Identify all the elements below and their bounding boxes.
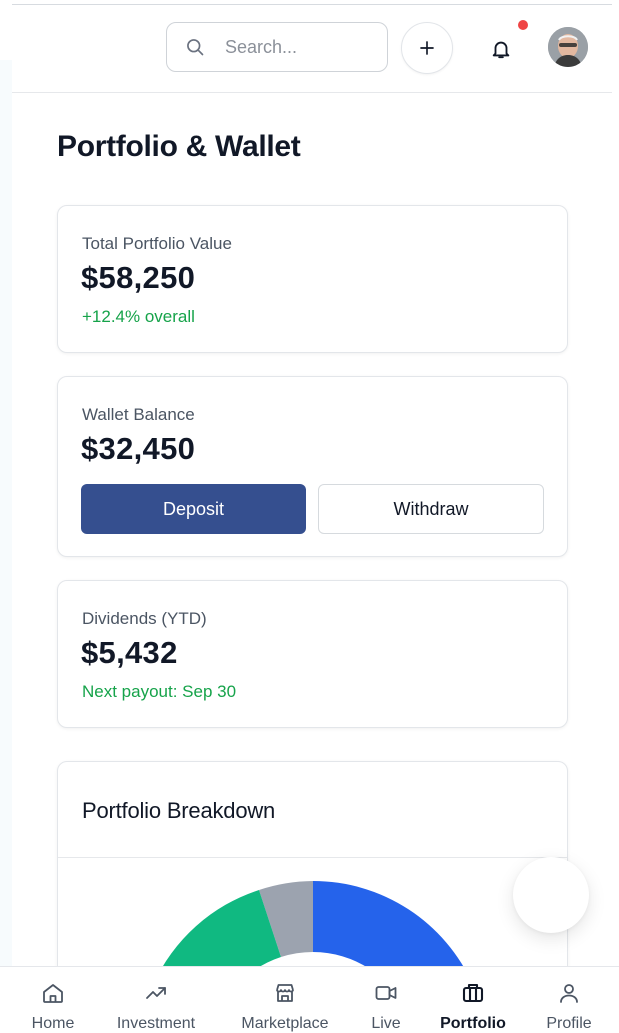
bell-icon [492, 41, 510, 59]
nav-item-live[interactable]: Live [360, 967, 412, 1033]
deposit-button[interactable]: Deposit [81, 484, 306, 534]
top-divider [12, 4, 612, 5]
withdraw-button[interactable]: Withdraw [318, 484, 544, 534]
notifications-button[interactable] [486, 34, 516, 64]
nav-item-portfolio[interactable]: Portfolio [432, 967, 514, 1033]
trend-up-icon [146, 987, 166, 999]
dividends-card: Dividends (YTD) $5,432 Next payout: Sep … [57, 580, 568, 728]
search-box[interactable] [166, 22, 388, 72]
wallet-balance-label: Wallet Balance [82, 405, 195, 424]
next-payout: Next payout: Sep 30 [82, 682, 237, 701]
avatar[interactable] [548, 27, 588, 67]
nav-label-profile: Profile [546, 1015, 592, 1032]
portfolio-value-label: Total Portfolio Value [82, 234, 232, 253]
breakdown-title: Portfolio Breakdown [82, 798, 276, 823]
briefcase-icon [462, 983, 484, 1003]
left-edge-strip [0, 60, 12, 990]
portfolio-change: +12.4% overall [82, 307, 195, 326]
search-input[interactable] [223, 35, 367, 59]
wallet-balance-amount: $32,450 [81, 431, 196, 466]
dividends-amount: $5,432 [81, 635, 178, 670]
header-divider [12, 92, 612, 93]
nav-item-home[interactable]: Home [23, 967, 83, 1033]
nav-label-home: Home [31, 1015, 75, 1032]
nav-label-portfolio: Portfolio [440, 1015, 506, 1032]
bottom-nav: Home Investment Marketplace Live Portfol… [0, 966, 619, 1033]
page-title: Portfolio & Wallet [57, 130, 301, 163]
user-icon [560, 984, 578, 1003]
nav-item-marketplace[interactable]: Marketplace [228, 967, 342, 1033]
avatar-image [548, 27, 588, 67]
nav-label-investment: Investment [116, 1015, 196, 1032]
add-button[interactable] [401, 22, 453, 74]
search-icon [187, 39, 204, 56]
notification-badge [518, 20, 528, 30]
store-icon [276, 984, 294, 1002]
portfolio-value-amount: $58,250 [81, 260, 196, 295]
nav-item-profile[interactable]: Profile [538, 967, 600, 1033]
portfolio-value-card: Total Portfolio Value $58,250 +12.4% ove… [57, 205, 568, 353]
wallet-balance-card: Wallet Balance $32,450 Deposit Withdraw [57, 376, 568, 557]
home-icon [43, 984, 63, 1003]
video-icon [375, 986, 397, 1000]
nav-label-live: Live [371, 1015, 401, 1032]
nav-item-investment[interactable]: Investment [106, 967, 206, 1033]
nav-label-marketplace: Marketplace [241, 1015, 329, 1032]
plus-icon [420, 41, 434, 55]
dividends-label: Dividends (YTD) [82, 609, 207, 628]
floating-action-button[interactable] [513, 857, 589, 933]
